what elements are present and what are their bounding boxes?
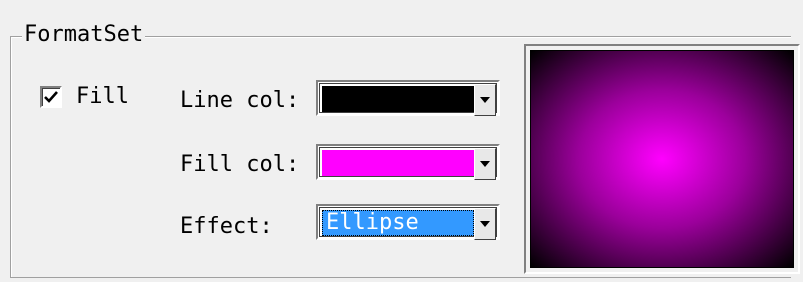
fill-color-swatch	[322, 150, 478, 176]
fill-color-combo[interactable]	[316, 144, 500, 180]
effect-selected-value: Ellipse	[322, 210, 474, 236]
chevron-down-icon	[480, 161, 490, 167]
fill-color-dropdown-button[interactable]	[474, 148, 496, 180]
gradient-preview	[530, 50, 794, 268]
line-color-dropdown-button[interactable]	[474, 84, 496, 116]
preview-panel	[524, 44, 800, 274]
line-color-label: Line col:	[180, 88, 300, 113]
chevron-down-icon	[480, 97, 490, 103]
effect-combo[interactable]: Ellipse	[316, 204, 500, 240]
fill-checkbox-label: Fill	[76, 84, 129, 109]
fill-checkbox[interactable]	[40, 86, 62, 108]
groupbox-title: FormatSet	[22, 22, 146, 48]
checkmark-icon	[44, 91, 58, 103]
effect-dropdown-button[interactable]	[474, 208, 496, 240]
chevron-down-icon	[480, 221, 490, 227]
fill-checkbox-control[interactable]: Fill	[40, 84, 129, 110]
line-color-combo[interactable]	[316, 80, 500, 116]
effect-label: Effect:	[180, 214, 273, 239]
fill-color-label: Fill col:	[180, 152, 300, 177]
line-color-swatch	[322, 86, 478, 112]
